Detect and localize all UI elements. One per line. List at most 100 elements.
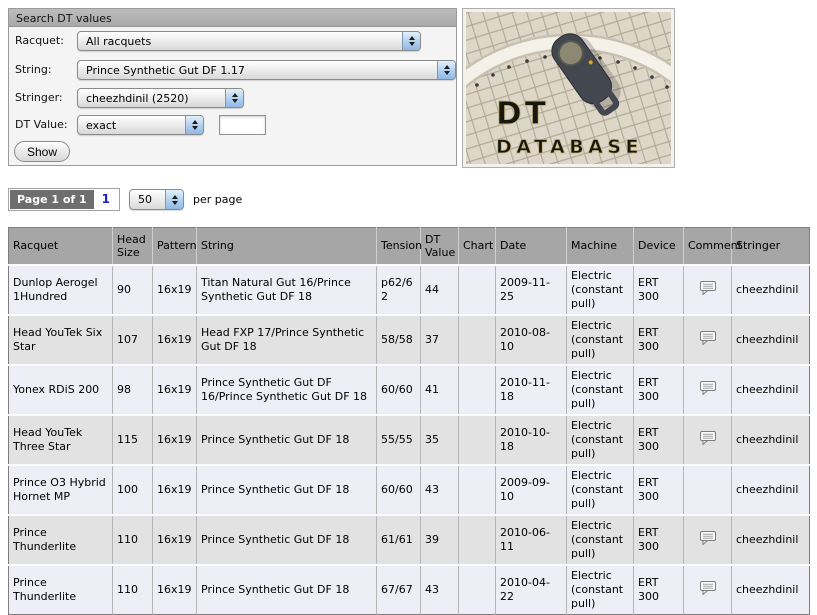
cell-comment bbox=[684, 315, 732, 365]
cell-head-size: 115 bbox=[113, 415, 153, 465]
cell-comment bbox=[684, 465, 732, 515]
cell-machine: Electric (constant pull) bbox=[567, 265, 634, 315]
cell-device: ERT 300 bbox=[634, 265, 684, 315]
cell-date: 2010-10-18 bbox=[496, 415, 567, 465]
cell-pattern: 16x19 bbox=[153, 565, 197, 615]
table-row: Head YouTek Three Star11516x19Prince Syn… bbox=[9, 415, 810, 465]
comment-icon[interactable] bbox=[700, 531, 716, 545]
cell-racquet: Prince Thunderlite bbox=[9, 565, 113, 615]
cell-device: ERT 300 bbox=[634, 565, 684, 615]
cell-machine: Electric (constant pull) bbox=[567, 565, 634, 615]
comment-icon[interactable] bbox=[700, 381, 716, 395]
cell-tension: p62/62 bbox=[377, 265, 421, 315]
column-header-tension: Tension bbox=[377, 228, 421, 265]
cell-date: 2009-09-10 bbox=[496, 465, 567, 515]
cell-device: ERT 300 bbox=[634, 365, 684, 415]
stepper-arrows-icon bbox=[165, 190, 183, 209]
stringer-select[interactable]: cheezhdinil (2520) bbox=[77, 88, 244, 108]
dt-results-table-wrap: Racquet Head Size Pattern String Tension… bbox=[8, 227, 809, 615]
cell-racquet: Prince Thunderlite bbox=[9, 515, 113, 565]
cell-stringer: cheezhdinil bbox=[732, 315, 810, 365]
dt-value-input[interactable] bbox=[219, 115, 266, 135]
comment-icon[interactable] bbox=[700, 281, 716, 295]
cell-dt-value: 43 bbox=[421, 565, 459, 615]
cell-dt-value: 35 bbox=[421, 415, 459, 465]
cell-comment bbox=[684, 565, 732, 615]
page-indicator: Page 1 of 1 1 bbox=[8, 188, 120, 211]
cell-racquet: Prince O3 Hybrid Hornet MP bbox=[9, 465, 113, 515]
cell-comment bbox=[684, 365, 732, 415]
cell-pattern: 16x19 bbox=[153, 365, 197, 415]
racquet-label: Racquet: bbox=[15, 31, 75, 51]
stepper-arrows-icon bbox=[185, 116, 203, 134]
cell-tension: 61/61 bbox=[377, 515, 421, 565]
string-select-value: Prince Synthetic Gut DF 1.17 bbox=[86, 64, 245, 77]
column-header-chart: Chart bbox=[459, 228, 496, 265]
cell-string: Prince Synthetic Gut DF 18 bbox=[197, 415, 377, 465]
column-header-date: Date bbox=[496, 228, 567, 265]
cell-head-size: 110 bbox=[113, 565, 153, 615]
cell-stringer: cheezhdinil bbox=[732, 515, 810, 565]
dt-value-mode-select[interactable]: exact bbox=[77, 115, 204, 135]
cell-string: Prince Synthetic Gut DF 16/Prince Synthe… bbox=[197, 365, 377, 415]
column-header-device: Device bbox=[634, 228, 684, 265]
cell-stringer: cheezhdinil bbox=[732, 415, 810, 465]
cell-string: Head FXP 17/Prince Synthetic Gut DF 18 bbox=[197, 315, 377, 365]
cell-machine: Electric (constant pull) bbox=[567, 415, 634, 465]
cell-head-size: 107 bbox=[113, 315, 153, 365]
page-number-link[interactable]: 1 bbox=[94, 190, 118, 209]
cell-stringer: cheezhdinil bbox=[732, 565, 810, 615]
cell-pattern: 16x19 bbox=[153, 415, 197, 465]
cell-date: 2010-11-18 bbox=[496, 365, 567, 415]
stepper-arrows-icon bbox=[225, 89, 243, 107]
cell-dt-value: 37 bbox=[421, 315, 459, 365]
cell-comment bbox=[684, 265, 732, 315]
cell-string: Prince Synthetic Gut DF 18 bbox=[197, 465, 377, 515]
column-header-stringer: Stringer bbox=[732, 228, 810, 265]
dt-value-label: DT Value: bbox=[15, 115, 75, 135]
string-select[interactable]: Prince Synthetic Gut DF 1.17 bbox=[77, 60, 456, 80]
form-title: Search DT values bbox=[9, 9, 456, 27]
cell-comment bbox=[684, 415, 732, 465]
cell-machine: Electric (constant pull) bbox=[567, 465, 634, 515]
cell-tension: 58/58 bbox=[377, 315, 421, 365]
cell-string: Prince Synthetic Gut DF 18 bbox=[197, 565, 377, 615]
show-button[interactable]: Show bbox=[14, 141, 70, 162]
cell-string: Prince Synthetic Gut DF 18 bbox=[197, 515, 377, 565]
cell-date: 2010-04-22 bbox=[496, 565, 567, 615]
table-row: Prince Thunderlite11016x19Prince Synthet… bbox=[9, 565, 810, 615]
column-header-string: String bbox=[197, 228, 377, 265]
cell-racquet: Yonex RDiS 200 bbox=[9, 365, 113, 415]
cell-dt-value: 41 bbox=[421, 365, 459, 415]
dt-database-banner-image: DT DATABASE bbox=[466, 12, 671, 164]
cell-comment bbox=[684, 515, 732, 565]
racquet-select[interactable]: All racquets bbox=[77, 31, 421, 51]
cell-device: ERT 300 bbox=[634, 515, 684, 565]
cell-chart bbox=[459, 415, 496, 465]
cell-machine: Electric (constant pull) bbox=[567, 315, 634, 365]
per-page-select[interactable]: 50 bbox=[129, 189, 184, 210]
cell-stringer: cheezhdinil bbox=[732, 365, 810, 415]
cell-date: 2010-06-11 bbox=[496, 515, 567, 565]
column-header-comment: Comment bbox=[684, 228, 732, 265]
comment-icon[interactable] bbox=[700, 581, 716, 595]
banner-title-dt: DT bbox=[496, 96, 549, 132]
cell-chart bbox=[459, 465, 496, 515]
cell-pattern: 16x19 bbox=[153, 515, 197, 565]
cell-chart bbox=[459, 315, 496, 365]
cell-chart bbox=[459, 365, 496, 415]
dt-database-banner: DT DATABASE bbox=[462, 8, 675, 168]
pagination-bar: Page 1 of 1 1 50 per page bbox=[8, 188, 242, 211]
cell-tension: 67/67 bbox=[377, 565, 421, 615]
cell-chart bbox=[459, 265, 496, 315]
column-header-pattern: Pattern bbox=[153, 228, 197, 265]
comment-icon[interactable] bbox=[700, 331, 716, 345]
cell-device: ERT 300 bbox=[634, 415, 684, 465]
banner-title-database: DATABASE bbox=[496, 136, 643, 158]
cell-racquet: Head YouTek Three Star bbox=[9, 415, 113, 465]
stringer-select-value: cheezhdinil (2520) bbox=[86, 92, 189, 105]
comment-icon[interactable] bbox=[700, 431, 716, 445]
string-label: String: bbox=[15, 60, 75, 80]
cell-chart bbox=[459, 565, 496, 615]
cell-string: Titan Natural Gut 16/Prince Synthetic Gu… bbox=[197, 265, 377, 315]
